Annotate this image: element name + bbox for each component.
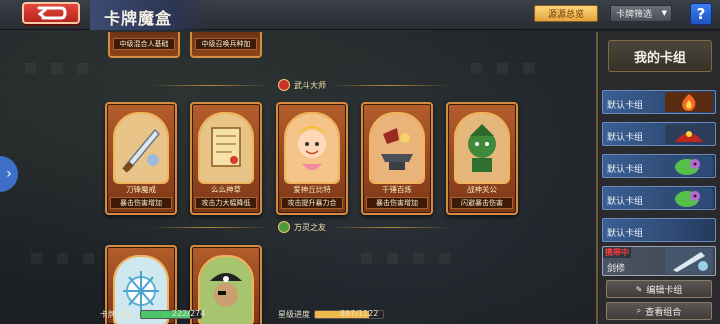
collection-label: 卡牌收藏 [100, 310, 132, 319]
section-divider [330, 227, 450, 228]
scroll-card-art-icon [200, 114, 252, 182]
view-combo-label: 查看组合 [645, 307, 682, 318]
card-name: 战神关公 [467, 185, 497, 194]
active-tag: 携带中 [603, 247, 631, 258]
section-header: 武斗大师 [272, 78, 332, 92]
card-desc: 攻击提升暴力合 [281, 197, 343, 209]
blade-card-art-icon [115, 114, 167, 182]
deck-slot-2[interactable]: 默认卡组 [602, 122, 716, 146]
filter-label: 卡牌筛选 [616, 10, 653, 20]
collection-value: 222/274 [172, 309, 206, 318]
deck-slot-3[interactable]: 默认卡组 [602, 154, 716, 178]
card-name: 么么神草 [211, 185, 241, 194]
card-art [369, 112, 425, 184]
leaf-badge-icon [278, 221, 290, 233]
section-header: 万灵之友 [272, 220, 332, 234]
section-divider [330, 85, 450, 86]
green-skull-card-art-icon [665, 188, 713, 208]
card-art [284, 112, 340, 184]
red-dragon-card-art-icon [665, 124, 713, 144]
anvil-card-art-icon [371, 114, 423, 182]
card-desc: 中级召唤兵种加 [195, 38, 257, 50]
card-item[interactable]: 千锤百炼 暴击伤害增加 [361, 102, 433, 215]
card-art [454, 112, 510, 184]
card-partial[interactable]: 中级混合人基础 [108, 32, 180, 58]
deck-slot-5[interactable]: 默认卡组 [602, 218, 716, 242]
source-overview-button[interactable]: 源源总览 [534, 5, 598, 22]
card-item[interactable]: 战神关公 闪避暴击伤害 [446, 102, 518, 215]
card-desc: 中级混合人基础 [113, 38, 175, 50]
cupid-card-art-icon [286, 114, 338, 182]
deck-panel: 我的卡组 默认卡组 默认卡组 默认卡组 默认卡组 默认卡组 携带中 剑修 ✎ 编… [596, 32, 720, 324]
card-desc: 攻击力大幅降低 [195, 197, 257, 209]
green-skull-card-art-icon [665, 156, 713, 176]
active-deck-name: 剑修 [607, 264, 626, 274]
deck-label: 默认卡组 [607, 101, 644, 111]
search-icon: ⌕ [636, 306, 642, 315]
card-item[interactable]: 爱神丘比特 攻击提升暴力合 [276, 102, 348, 215]
deck-label: 默认卡组 [607, 229, 644, 239]
card-name: 千锤百炼 [382, 185, 412, 194]
card-item[interactable]: 么么神草 攻击力大幅降低 [190, 102, 262, 215]
background-glyphs: ▦ ▦ ▦ [24, 60, 94, 76]
section-divider [150, 227, 270, 228]
page-title: 卡牌魔盒 [104, 9, 173, 28]
deck-slot-1[interactable]: 默认卡组 [602, 90, 716, 114]
deck-label: 默认卡组 [607, 133, 644, 143]
card-art [113, 112, 169, 184]
edit-deck-label: 编辑卡组 [646, 285, 683, 296]
card-desc: 闪避暴击伤害 [451, 197, 513, 209]
war-god-card-art-icon [456, 114, 508, 182]
chevron-down-icon: ▼ [661, 9, 667, 17]
deck-slot-active[interactable]: 携带中 剑修 [602, 246, 716, 276]
star-value: 897/1122 [340, 309, 379, 318]
fist-badge-icon [278, 79, 290, 91]
background-glyphs: ▦ ▦ ▦ [470, 60, 540, 76]
status-bar: 卡牌收藏 222/274 星级进度 897/1122 [100, 308, 520, 322]
help-button[interactable]: ? [690, 3, 712, 25]
card-name: 刀锋魔戒 [126, 185, 156, 194]
card-filter-dropdown[interactable]: 卡牌筛选 ▼ [610, 5, 672, 22]
view-combo-button[interactable]: ⌕ 查看组合 [606, 302, 712, 320]
section-divider [150, 85, 270, 86]
pencil-icon: ✎ [635, 284, 643, 294]
fire-card-art-icon [665, 92, 713, 112]
section-title: 武斗大师 [294, 80, 326, 90]
deck-label: 默认卡组 [607, 197, 644, 207]
back-button[interactable] [22, 2, 80, 24]
deck-label: 默认卡组 [607, 165, 644, 175]
deck-panel-title: 我的卡组 [608, 40, 712, 72]
card-desc: 暴击伤害增加 [110, 197, 172, 209]
background-glyphs: ▦ ▦ ▦ ▦ [360, 250, 456, 266]
sword-card-art-icon [665, 248, 713, 274]
background-glyphs: ▦ ▦ ▦ [30, 250, 100, 266]
star-progress-label: 星级进度 [278, 310, 310, 319]
back-arrow-icon [37, 6, 67, 20]
top-bar: 卡牌魔盒 源源总览 卡牌筛选 ▼ ? [0, 0, 720, 30]
card-name: 爱神丘比特 [293, 185, 331, 194]
section-title: 万灵之友 [294, 222, 326, 232]
edit-deck-button[interactable]: ✎ 编辑卡组 [606, 280, 712, 298]
card-partial[interactable]: 中级召唤兵种加 [190, 32, 262, 58]
card-item[interactable]: 刀锋魔戒 暴击伤害增加 [105, 102, 177, 215]
card-desc: 暴击伤害增加 [366, 197, 428, 209]
card-art [198, 112, 254, 184]
deck-slot-4[interactable]: 默认卡组 [602, 186, 716, 210]
